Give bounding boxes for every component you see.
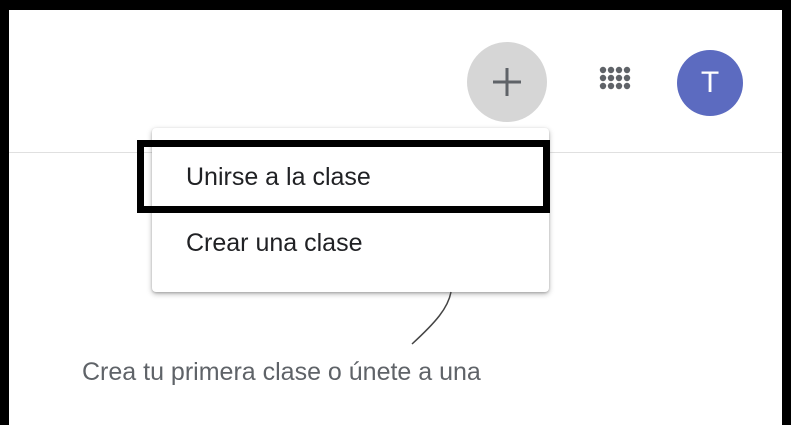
apps-grid-icon [599, 66, 631, 90]
join-class-menu-item[interactable]: Unirse a la clase [152, 146, 549, 208]
screenshot-frame: T Unirse a la clase Crear una clase Crea… [0, 0, 791, 425]
add-class-button[interactable] [467, 42, 547, 122]
apps-grid-button[interactable] [595, 62, 635, 102]
empty-state-text: Crea tu primera clase o únete a una [82, 358, 481, 386]
plus-icon [493, 68, 521, 96]
create-class-menu-item[interactable]: Crear una clase [152, 212, 549, 274]
pointer-line [411, 291, 452, 345]
add-class-menu: Unirse a la clase Crear una clase [152, 128, 549, 292]
account-avatar[interactable]: T [677, 50, 743, 116]
